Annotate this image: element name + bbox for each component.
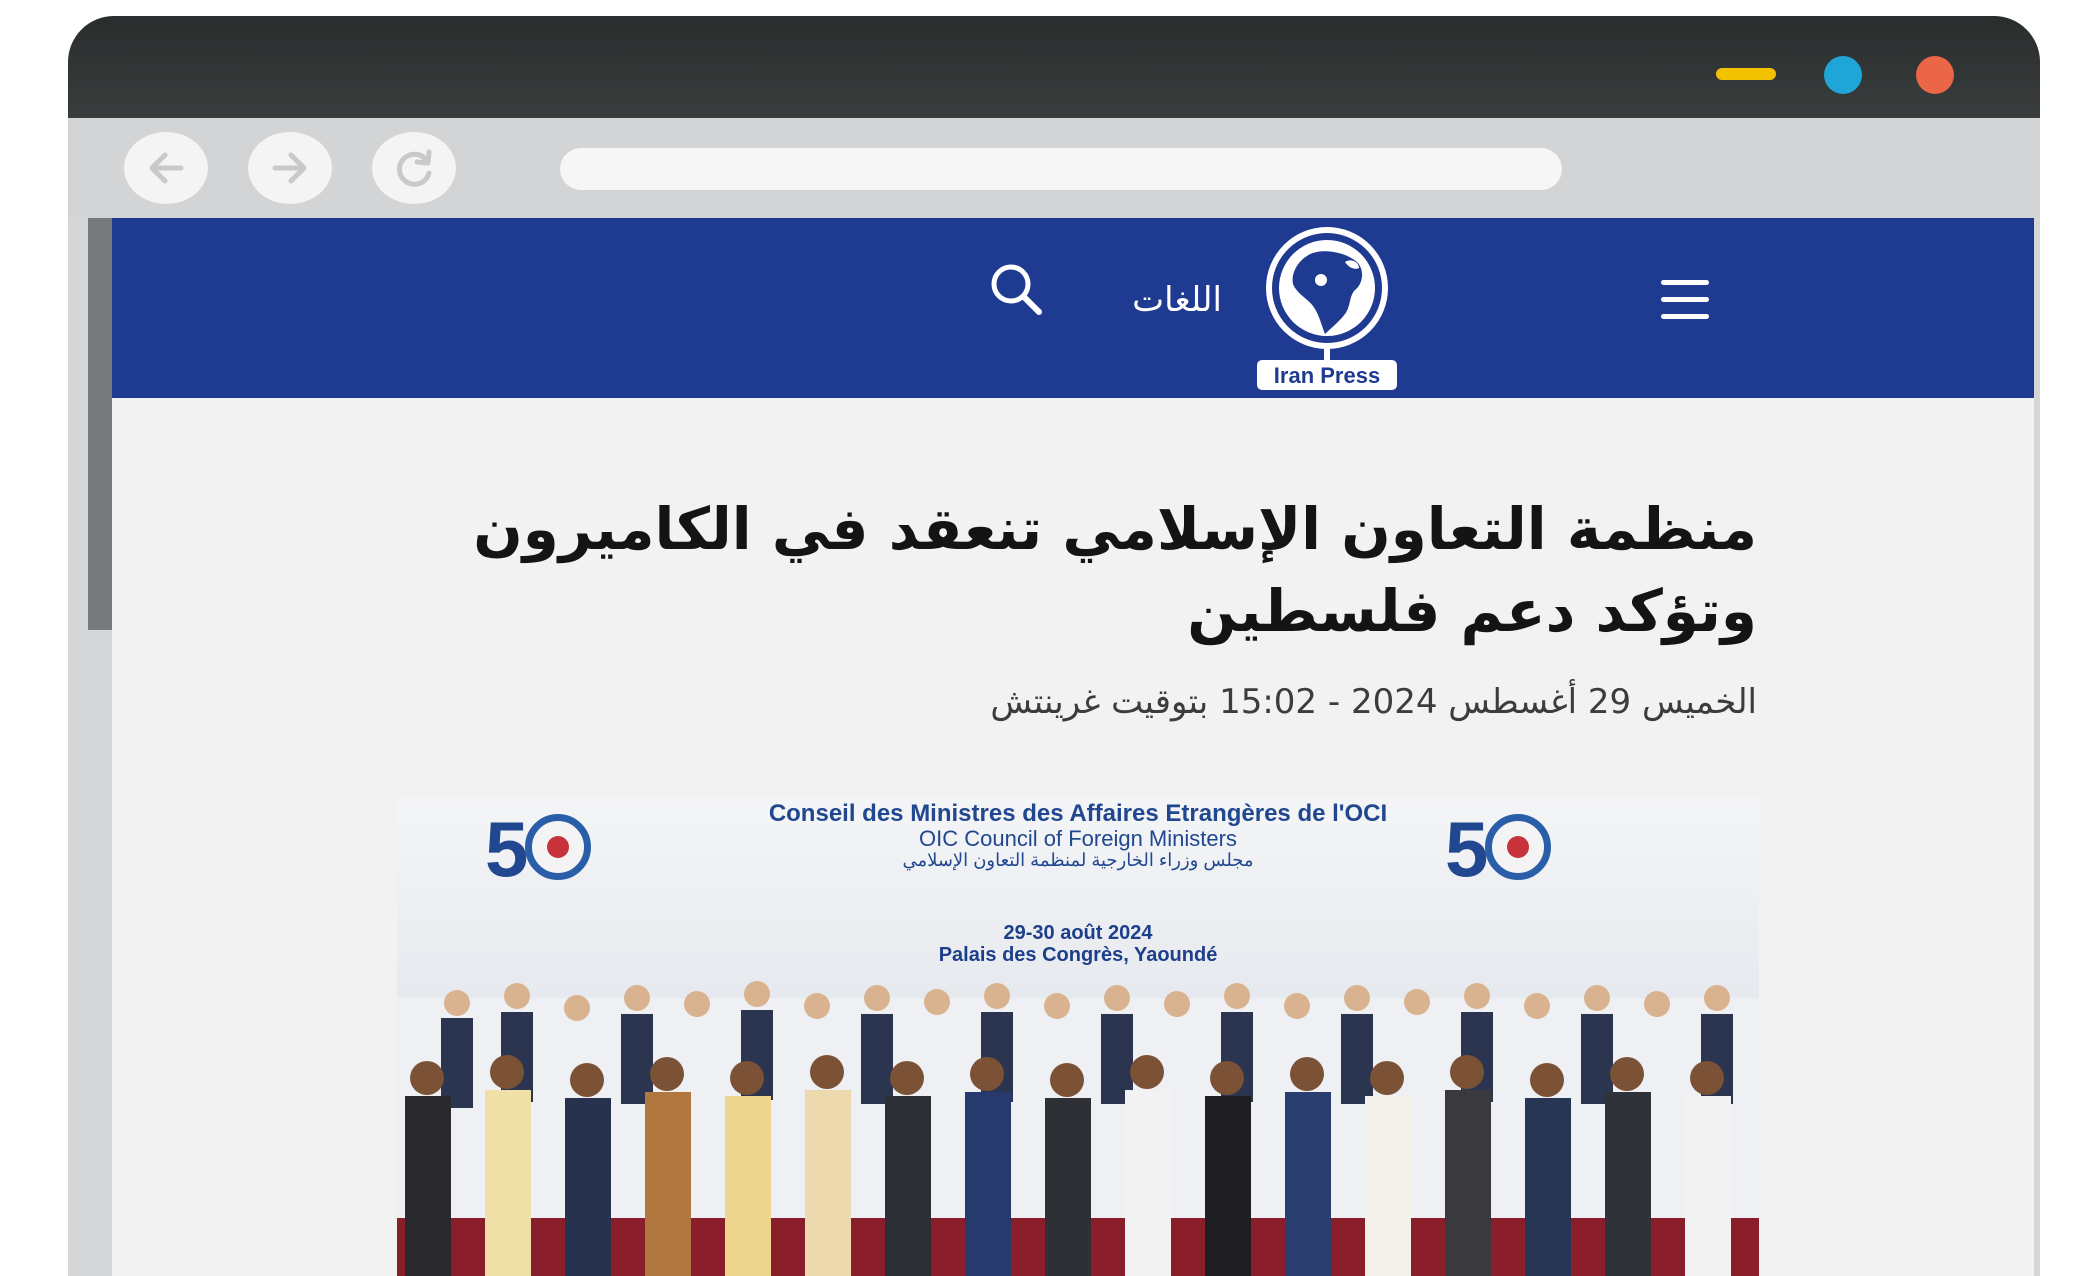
site-header: Iran Press اللغات [112,218,2034,398]
banner-title-ar: مجلس وزراء الخارجية لمنظمة التعاون الإسل… [902,850,1254,870]
arrow-left-icon [149,152,184,184]
maximize-button[interactable] [1824,56,1862,94]
delegates-group-photo [397,981,1759,1276]
close-button[interactable] [1916,56,1954,94]
arrow-right-icon [272,152,307,184]
browser-titlebar [68,16,2040,118]
article-title: منظمة التعاون الإسلامي تنعقد في الكاميرو… [473,495,1757,645]
browser-toolbar [68,118,2040,218]
search-icon[interactable] [985,258,1049,322]
banner-dates: 29-30 août 2024 [1003,922,1153,944]
languages-link[interactable]: اللغات [1122,276,1232,324]
reload-icon [396,149,432,187]
banner-venue: Palais des Congrès, Yaoundé [938,944,1218,966]
forward-button[interactable] [248,132,332,204]
article-photo[interactable]: 50 50 Conseil des Ministres des Affaires… [397,798,1759,1276]
iran-press-logo[interactable]: Iran Press [1247,218,1407,392]
reload-button[interactable] [372,132,456,204]
scrollbar-thumb[interactable] [88,218,112,630]
logo-text: Iran Press [1274,363,1380,388]
hamburger-menu-icon[interactable] [1655,270,1715,330]
back-button[interactable] [124,132,208,204]
article-content: منظمة التعاون الإسلامي تنعقد في الكاميرو… [398,488,1757,726]
banner-title-en: OIC Council of Foreign Ministers [919,826,1237,851]
web-page: Iran Press اللغات منظمة التعاون الإسلامي… [112,218,2034,1276]
article-date: الخميس 29 أغسطس 2024 - 15:02 بتوقيت غرين… [990,682,1757,722]
browser-window: Iran Press اللغات منظمة التعاون الإسلامي… [68,16,2040,1276]
address-bar[interactable] [560,148,1562,190]
banner-title-fr: Conseil des Ministres des Affaires Etran… [768,800,1388,827]
minimize-button[interactable] [1716,68,1776,80]
